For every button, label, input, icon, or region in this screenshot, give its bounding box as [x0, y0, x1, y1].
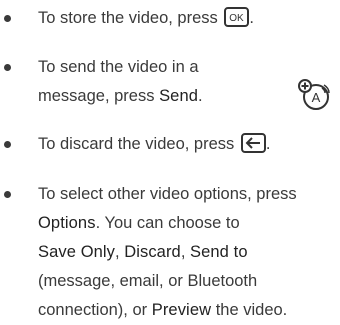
keyword-send: Send: [159, 87, 198, 105]
text: To select other video options, press: [38, 185, 297, 203]
keyword-send-to: Send to: [190, 243, 248, 261]
keyword-save-only: Save Only: [38, 243, 116, 261]
text: .: [265, 135, 271, 153]
back-key-icon: [240, 132, 266, 153]
message-attachment-icon: A: [298, 78, 332, 112]
text: the video.: [211, 301, 288, 319]
text: ,: [115, 243, 125, 261]
text: .: [198, 87, 203, 105]
text: To send the video in a: [38, 58, 199, 76]
bullet: [4, 64, 11, 71]
text: . You can choose to: [95, 214, 240, 232]
svg-text:OK: OK: [230, 13, 245, 24]
text: To discard the video, press: [38, 135, 239, 153]
keyword-discard: Discard: [124, 243, 181, 261]
keyword-preview: Preview: [151, 301, 212, 319]
text: (message, email, or Bluetooth: [38, 272, 258, 290]
text: To store the video, press: [38, 9, 223, 27]
text: connection), or: [38, 301, 152, 319]
bullet: [4, 141, 11, 148]
keyword-options: Options: [38, 214, 96, 232]
text: ,: [180, 243, 191, 261]
bullet: [4, 15, 11, 22]
svg-text:A: A: [312, 90, 321, 105]
ok-key-icon: OK: [224, 6, 250, 27]
bullet: [4, 191, 11, 198]
text: message, press: [38, 87, 160, 105]
text: .: [249, 9, 254, 27]
